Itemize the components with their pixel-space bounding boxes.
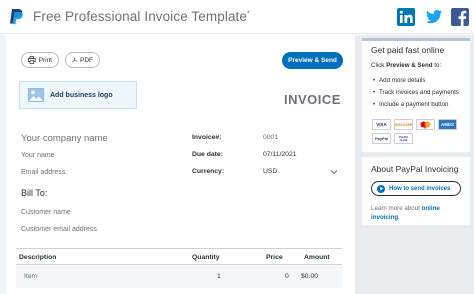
pdf-button-label: PDF bbox=[80, 56, 93, 64]
preview-send-button[interactable]: Preview & Send bbox=[282, 52, 343, 69]
item-price-input[interactable]: 0 bbox=[285, 273, 289, 280]
about-box: About PayPal Invoicing How to send invoi… bbox=[362, 157, 470, 225]
invoice-heading: INVOICE bbox=[284, 92, 341, 107]
paypal-logo[interactable] bbox=[9, 8, 24, 26]
play-triangle-icon bbox=[379, 186, 383, 191]
item-quantity-input[interactable]: 1 bbox=[217, 273, 221, 280]
top-header: Free Professional Invoice Template* bbox=[0, 0, 474, 34]
email-field[interactable]: Email address bbox=[21, 169, 65, 176]
left-gutter bbox=[0, 35, 6, 294]
how-to-send-button[interactable]: How to send invoices bbox=[371, 181, 461, 196]
company-name-field[interactable]: Your company name bbox=[21, 133, 108, 144]
discover-card-icon: DISCOVER bbox=[394, 119, 413, 130]
twitter-icon[interactable] bbox=[425, 8, 443, 26]
list-item: Track invoices and payments bbox=[373, 89, 459, 96]
learn-more-prefix: Learn more about bbox=[371, 205, 422, 212]
image-icon bbox=[28, 88, 44, 102]
invoice-number-input[interactable]: 0001 bbox=[263, 134, 278, 141]
pdf-button[interactable]: PDF bbox=[65, 52, 100, 68]
amex-card-icon: AMEX bbox=[438, 119, 457, 130]
mastercard-label: MC bbox=[424, 128, 427, 129]
column-quantity: Quantity bbox=[192, 254, 220, 261]
page-title-text: Free Professional Invoice Template bbox=[33, 9, 248, 24]
paypal-credit-card-icon: PayPal Credit bbox=[394, 133, 413, 144]
print-icon bbox=[28, 56, 36, 64]
item-description-input[interactable]: Item bbox=[24, 273, 37, 280]
pdf-icon bbox=[72, 57, 77, 63]
linkedin-icon[interactable] bbox=[397, 8, 415, 26]
page-title: Free Professional Invoice Template* bbox=[33, 9, 250, 24]
currency-label: Currency: bbox=[192, 168, 225, 175]
items-table-header: Description Quantity Price Amount bbox=[16, 248, 342, 265]
column-price: Price bbox=[266, 254, 283, 261]
facebook-icon[interactable] bbox=[451, 8, 469, 26]
print-button[interactable]: Print bbox=[21, 52, 59, 68]
learn-more-suffix: . bbox=[398, 214, 400, 221]
mastercard-circles-icon: MC bbox=[420, 121, 431, 129]
title-asterisk: * bbox=[247, 10, 250, 18]
how-to-send-label: How to send invoices bbox=[389, 185, 451, 192]
column-amount: Amount bbox=[304, 254, 330, 261]
bill-to-label: Bill To: bbox=[21, 188, 48, 198]
promo-intro-prefix: Click bbox=[371, 62, 387, 69]
your-name-field[interactable]: Your name bbox=[21, 152, 55, 159]
print-button-label: Print bbox=[38, 56, 52, 64]
promo-title: Get paid fast online bbox=[371, 45, 445, 55]
promo-intro-suffix: to: bbox=[432, 62, 442, 69]
invoice-number-label: Invoice#: bbox=[192, 134, 222, 141]
learn-more-text: Learn more about online invoicing. bbox=[371, 204, 467, 222]
customer-name-field[interactable]: Customer name bbox=[21, 209, 71, 216]
visa-card-icon: VISA bbox=[372, 119, 391, 130]
currency-select[interactable]: USD bbox=[263, 168, 277, 175]
promo-box: Get paid fast online Click Preview & Sen… bbox=[362, 38, 470, 152]
due-date-label: Due date: bbox=[192, 151, 223, 158]
item-amount: $0.00 bbox=[301, 273, 319, 280]
list-item: Add more details bbox=[373, 77, 425, 84]
table-row: Item 1 0 $0.00 bbox=[16, 266, 342, 288]
paypal-card-icon: PayPal bbox=[372, 133, 391, 144]
promo-intro: Click Preview & Send to: bbox=[371, 62, 441, 69]
chevron-down-icon[interactable] bbox=[330, 168, 338, 176]
customer-email-field[interactable]: Customer email address bbox=[21, 226, 97, 233]
mastercard-icon: MC bbox=[416, 119, 435, 130]
column-description: Description bbox=[19, 254, 57, 261]
about-title: About PayPal Invoicing bbox=[371, 164, 459, 174]
preview-send-label: Preview & Send bbox=[288, 57, 337, 64]
add-logo-label: Add business logo bbox=[50, 91, 113, 99]
due-date-input[interactable]: 07/11/2021 bbox=[263, 151, 297, 158]
list-item: Include a payment button bbox=[373, 101, 448, 108]
add-logo-button[interactable]: Add business logo bbox=[19, 81, 137, 109]
promo-intro-bold: Preview & Send bbox=[386, 62, 433, 69]
play-icon bbox=[377, 184, 385, 193]
